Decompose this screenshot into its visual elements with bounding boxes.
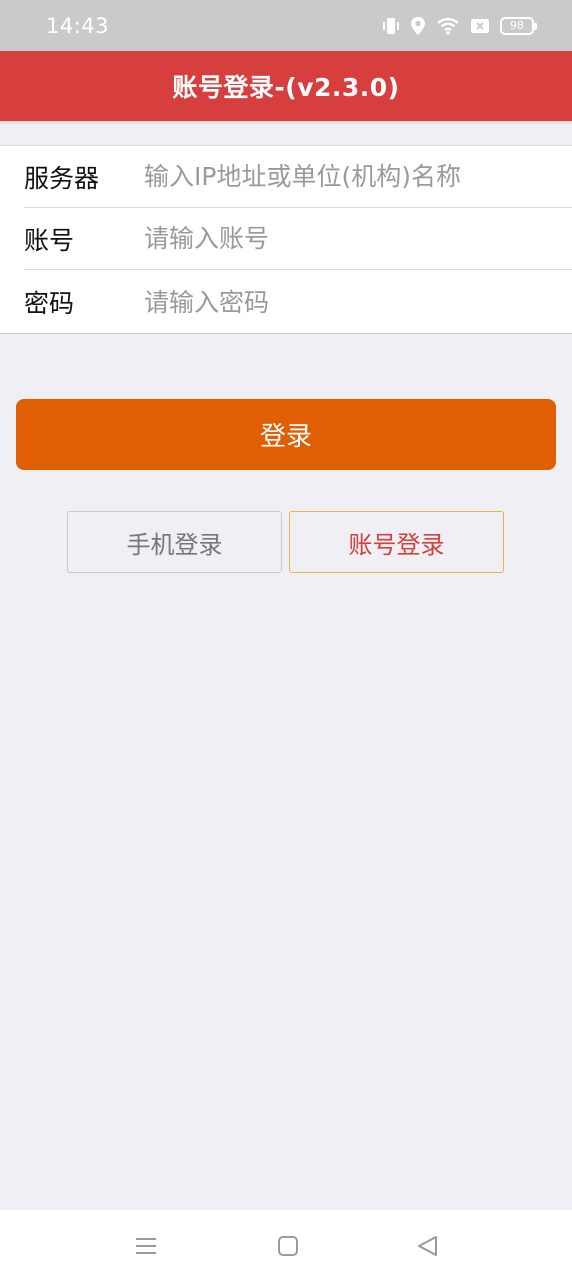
- app-header: 账号登录-(v2.3.0): [0, 51, 572, 121]
- password-row: 密码: [24, 271, 572, 333]
- home-icon[interactable]: [274, 1232, 302, 1260]
- menu-icon[interactable]: [132, 1232, 160, 1260]
- login-form: 服务器 账号 密码: [0, 145, 572, 334]
- status-time: 14:43: [46, 13, 110, 38]
- vibrate-icon: [382, 16, 400, 36]
- battery-icon: 98: [500, 16, 537, 35]
- header-shadow: [0, 121, 572, 125]
- server-label: 服务器: [24, 163, 100, 193]
- account-label: 账号: [24, 225, 75, 255]
- status-bar: 14:43 98: [0, 0, 572, 51]
- location-icon: [410, 16, 426, 36]
- server-row: 服务器: [24, 146, 572, 208]
- password-input[interactable]: [144, 287, 572, 317]
- account-login-button[interactable]: 账号登录: [289, 511, 504, 573]
- password-label: 密码: [24, 289, 75, 318]
- phone-login-button[interactable]: 手机登录: [67, 511, 282, 573]
- back-icon[interactable]: [414, 1232, 442, 1260]
- server-input[interactable]: [144, 162, 572, 191]
- status-icons: 98: [382, 16, 537, 36]
- sim-x-icon: [470, 18, 490, 34]
- login-button[interactable]: 登录: [16, 399, 556, 470]
- wifi-icon: [436, 16, 460, 36]
- account-row: 账号: [24, 208, 572, 270]
- page-title: 账号登录-(v2.3.0): [172, 73, 400, 102]
- account-input[interactable]: [144, 224, 572, 253]
- system-nav-bar: [0, 1210, 572, 1280]
